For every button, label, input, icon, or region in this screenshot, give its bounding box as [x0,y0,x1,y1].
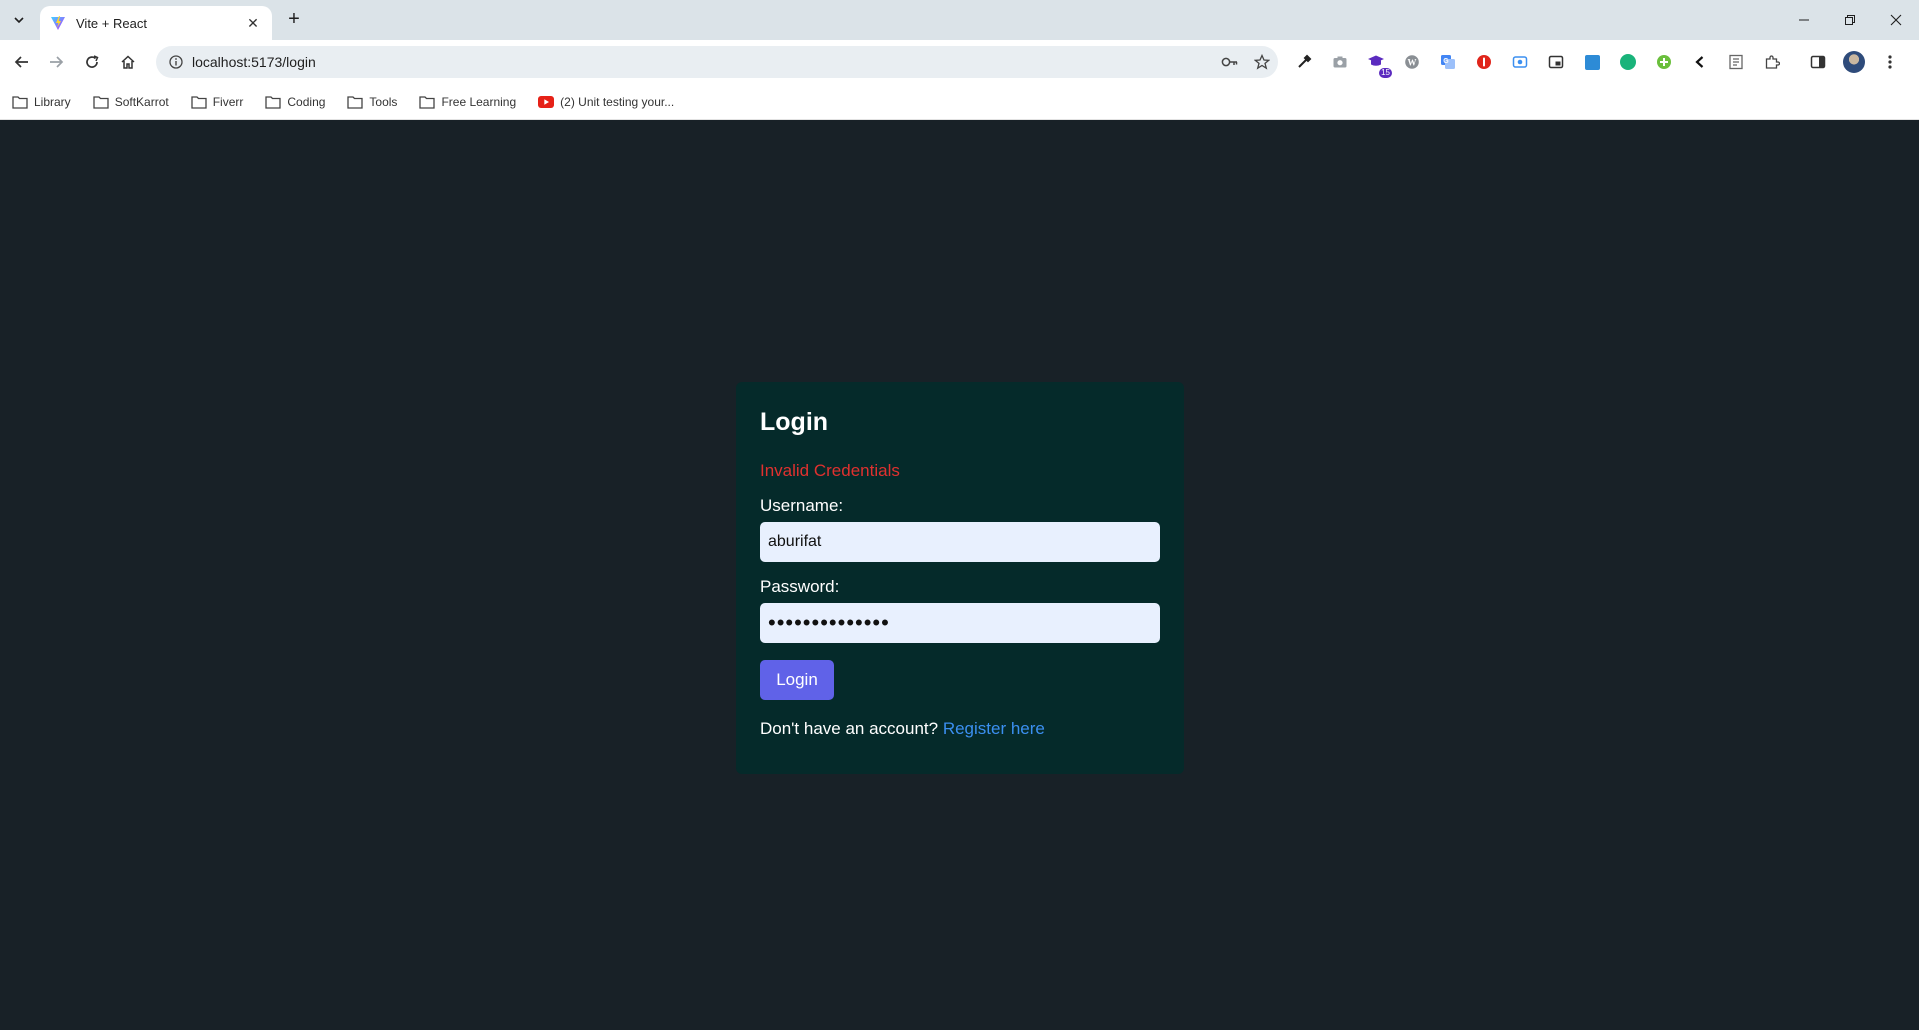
browser-toolbar: localhost:5173/login 15 W G [0,40,1919,84]
screen-record-icon[interactable] [1508,50,1532,74]
adblock-icon[interactable] [1472,50,1496,74]
folder-icon [265,95,282,109]
tab-search-icon[interactable] [6,8,32,32]
profile-avatar[interactable] [1842,50,1866,74]
bookmark-youtube-unit-testing[interactable]: (2) Unit testing your... [538,95,674,109]
bookmark-folder-tools[interactable]: Tools [347,95,397,109]
bookmark-star-icon[interactable] [1246,50,1278,74]
extensions-puzzle-icon[interactable] [1760,50,1784,74]
bookmark-label: SoftKarrot [114,94,169,109]
green-plus-extension-icon[interactable] [1652,50,1676,74]
home-icon[interactable] [116,50,140,74]
bookmark-label: Fiverr [212,94,244,109]
password-key-icon[interactable] [1214,50,1246,74]
extensions-row: 15 W G [1292,50,1914,78]
register-link[interactable]: Register here [943,719,1045,738]
camera-icon[interactable] [1328,50,1352,74]
graduation-cap-extension-icon[interactable]: 15 [1364,50,1392,78]
page-viewport: Login Invalid Credentials Username: Pass… [0,121,1919,1030]
browser-tab-active[interactable]: Vite + React ✕ [40,6,272,40]
wordpress-icon[interactable]: W [1400,50,1424,74]
translate-icon[interactable]: G [1436,50,1460,74]
site-info-icon[interactable] [160,55,192,69]
bookmark-folder-library[interactable]: Library [12,95,71,109]
folder-icon [419,95,436,109]
bookmark-label: Coding [287,94,326,109]
register-prompt-text: Don't have an account? [760,719,939,738]
vite-icon [50,15,66,31]
browser-tabstrip: Vite + React ✕ + [0,0,1919,40]
green-circle-extension-icon[interactable] [1616,50,1640,74]
password-input[interactable] [760,603,1160,643]
back-icon[interactable] [10,50,34,74]
address-bar[interactable]: localhost:5173/login [156,46,1278,78]
tab-title: Vite + React [76,15,147,31]
login-card: Login Invalid Credentials Username: Pass… [736,382,1184,774]
close-window-icon[interactable] [1873,0,1919,40]
eyedropper-icon[interactable] [1292,50,1316,74]
window-controls [1781,0,1919,40]
folder-icon [12,95,28,109]
password-label: Password: [760,577,840,596]
username-label: Username: [760,496,844,515]
folder-icon [191,95,207,109]
minimize-icon[interactable] [1781,0,1827,40]
picture-in-picture-icon[interactable] [1544,50,1568,74]
login-button[interactable]: Login [760,660,834,700]
bookmarks-bar: Library SoftKarrot Fiverr Coding Tools F… [0,84,1919,120]
restore-icon[interactable] [1827,0,1873,40]
extension-badge: 15 [1379,68,1392,78]
register-prompt: Don't have an account? Register here [760,719,1160,739]
bookmark-folder-coding[interactable]: Coding [265,95,325,109]
folder-icon [347,95,364,109]
forward-icon[interactable] [44,50,68,74]
svg-text:W: W [1408,58,1417,68]
tab-close-icon[interactable]: ✕ [244,15,262,32]
menu-more-icon[interactable] [1878,50,1902,74]
reload-icon[interactable] [80,50,104,74]
folder-icon [93,95,109,109]
bookmark-folder-softkarrot[interactable]: SoftKarrot [93,95,169,109]
bookmark-label: Library [34,94,71,109]
youtube-icon [538,95,555,108]
username-input[interactable] [760,522,1160,562]
bookmark-folder-fiverr[interactable]: Fiverr [191,94,244,109]
bookmark-label: (2) Unit testing your... [560,94,675,109]
login-title: Login [760,408,829,436]
new-tab-icon[interactable]: + [282,8,306,32]
bookmark-folder-free-learning[interactable]: Free Learning [419,95,516,109]
code-chevron-icon[interactable] [1688,50,1712,74]
error-message: Invalid Credentials [760,461,900,480]
bookmark-label: Free Learning [441,94,517,109]
blue-square-extension-icon[interactable] [1580,50,1604,74]
url-text: localhost:5173/login [192,54,316,70]
reader-mode-icon[interactable] [1724,50,1748,74]
side-panel-icon[interactable] [1806,50,1830,74]
svg-text:G: G [1443,58,1449,65]
bookmark-label: Tools [369,94,398,109]
